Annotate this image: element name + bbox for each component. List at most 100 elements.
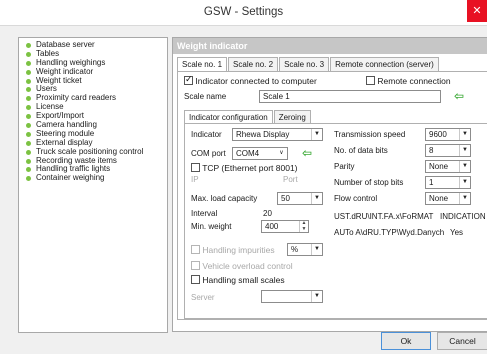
bullet-icon: [26, 176, 31, 182]
handling-impurities-row: Handling impurities: [191, 245, 275, 255]
server-label: Server: [191, 293, 215, 302]
bullet-icon: [26, 60, 31, 66]
scale-tab-body: Indicator connected to computer Remote c…: [177, 71, 487, 320]
flow-control-label: Flow control: [334, 194, 378, 203]
auto-text: AUTo A\dRU.TYP\Wyd.Danych: [334, 228, 445, 237]
settings-tree: Database server Tables Handling weighings W…: [18, 37, 168, 333]
bullet-icon: [26, 140, 31, 146]
handling-impurities-checkbox[interactable]: [191, 245, 200, 254]
data-bits-value: 8: [429, 146, 434, 155]
min-weight-value: 400: [265, 222, 279, 231]
stop-bits-select[interactable]: 1 ▼: [425, 176, 471, 189]
flow-control-value: None: [429, 194, 449, 203]
impurities-unit-value: %: [291, 245, 299, 254]
chevron-down-icon: ▼: [459, 193, 470, 204]
flow-control-select[interactable]: None ▼: [425, 192, 471, 205]
scale-name-input[interactable]: Scale 1: [259, 90, 441, 103]
chevron-down-icon: ▼: [311, 129, 322, 140]
scale-name-label: Scale name: [184, 92, 227, 101]
com-port-label: COM port: [191, 149, 226, 158]
indicator-connected-row: Indicator connected to computer: [184, 74, 317, 86]
chevron-down-icon: ▼: [459, 161, 470, 172]
indicator-select[interactable]: Rhewa Display ▼: [232, 128, 323, 141]
bullet-icon: [26, 96, 31, 102]
min-weight-label: Min. weight: [191, 222, 232, 231]
sidebar-item[interactable]: Container weighing: [26, 173, 167, 183]
bullet-icon: [26, 42, 31, 48]
scale-tabs: Scale no. 1 Scale no. 2 Scale no. 3 Remo…: [177, 57, 440, 72]
bullet-icon: [26, 158, 31, 164]
bullet-icon: [26, 87, 31, 93]
transmission-speed-label: Transmission speed: [334, 130, 406, 139]
chevron-down-icon: ▼: [459, 145, 470, 156]
bullet-icon: [26, 167, 31, 173]
tab-scale-2[interactable]: Scale no. 2: [228, 57, 279, 71]
tab-scale-3[interactable]: Scale no. 3: [279, 57, 330, 71]
remote-connection-checkbox[interactable]: [366, 76, 375, 85]
stop-bits-label: Number of stop bits: [334, 178, 404, 187]
handling-impurities-label: Handling impurities: [202, 245, 275, 255]
spin-down-icon: ▼: [301, 225, 307, 232]
indicator-label: Indicator: [191, 130, 222, 139]
bullet-icon: [26, 51, 31, 57]
tcp-checkbox[interactable]: [191, 163, 200, 172]
max-load-select[interactable]: 50 ▼: [277, 192, 323, 205]
vehicle-overload-label: Vehicle overload control: [202, 261, 293, 271]
impurities-unit-select[interactable]: % ▼: [287, 243, 323, 256]
indicator-connected-checkbox[interactable]: [184, 74, 193, 85]
bullet-icon: [26, 122, 31, 128]
chevron-down-icon: ∨: [279, 150, 284, 156]
bullet-icon: [26, 114, 31, 120]
tcp-row: TCP (Ethernet port 8001): [191, 163, 298, 173]
com-port-apply-button[interactable]: ⇦: [296, 146, 318, 161]
data-bits-label: No. of data bits: [334, 146, 388, 155]
handling-small-scales-checkbox[interactable]: [191, 275, 200, 284]
apply-scale-name-button[interactable]: ⇦: [448, 89, 470, 104]
ok-button[interactable]: Ok: [381, 332, 431, 350]
transmission-speed-value: 9600: [429, 130, 447, 139]
indicator-connected-label: Indicator connected to computer: [195, 76, 317, 86]
title-bar: GSW - Settings ✕: [0, 0, 487, 26]
vehicle-overload-checkbox[interactable]: [191, 261, 200, 270]
close-button[interactable]: ✕: [467, 0, 487, 22]
com-port-select[interactable]: COM4 ∨: [232, 147, 288, 160]
interval-value: 20: [263, 209, 272, 218]
spinner-icon[interactable]: ▲ ▼: [299, 221, 308, 232]
parity-select[interactable]: None ▼: [425, 160, 471, 173]
chevron-down-icon: ▼: [311, 291, 322, 302]
server-select[interactable]: ▼: [261, 290, 323, 303]
chevron-down-icon: ▼: [459, 129, 470, 140]
remote-connection-row: Remote connection: [366, 76, 451, 86]
sidebar-item-label: Container weighing: [36, 173, 105, 183]
data-bits-select[interactable]: 8 ▼: [425, 144, 471, 157]
max-load-label: Max. load capacity: [191, 194, 258, 203]
port-label: Port: [283, 175, 298, 184]
handling-small-scales-label: Handling small scales: [202, 275, 285, 285]
window-title: GSW - Settings: [203, 6, 284, 18]
bullet-icon: [26, 131, 31, 137]
handling-small-scales-row: Handling small scales: [191, 275, 285, 285]
max-load-value: 50: [281, 194, 290, 203]
parity-value: None: [429, 162, 449, 171]
interval-label: Interval: [191, 209, 218, 218]
remote-connection-label: Remote connection: [377, 76, 451, 86]
bullet-icon: [26, 149, 31, 155]
indicator-config-body: Indicator Rhewa Display ▼ COM port COM4 …: [184, 123, 487, 319]
vehicle-overload-row: Vehicle overload control: [191, 261, 293, 271]
arrow-left-icon: ⇦: [301, 146, 313, 160]
chevron-down-icon: ▼: [311, 244, 322, 255]
parity-label: Parity: [334, 162, 355, 171]
panel-header: Weight indicator: [173, 38, 487, 54]
auto-value: Yes: [450, 228, 464, 237]
min-weight-stepper[interactable]: 400 ▲ ▼: [261, 220, 309, 233]
format-value: INDICATION: [440, 212, 486, 221]
bullet-icon: [26, 105, 31, 111]
indicator-value: Rhewa Display: [236, 130, 290, 139]
format-text: UST.dRU\INT.FA.x\FoRMAT: [334, 212, 434, 221]
cancel-button[interactable]: Cancel: [437, 332, 487, 350]
tab-scale-1[interactable]: Scale no. 1: [177, 57, 228, 72]
tab-zeroing[interactable]: Zeroing: [273, 110, 311, 124]
transmission-speed-select[interactable]: 9600 ▼: [425, 128, 471, 141]
tab-remote-connection[interactable]: Remote connection (server): [330, 57, 439, 71]
chevron-down-icon: ▼: [459, 177, 470, 188]
